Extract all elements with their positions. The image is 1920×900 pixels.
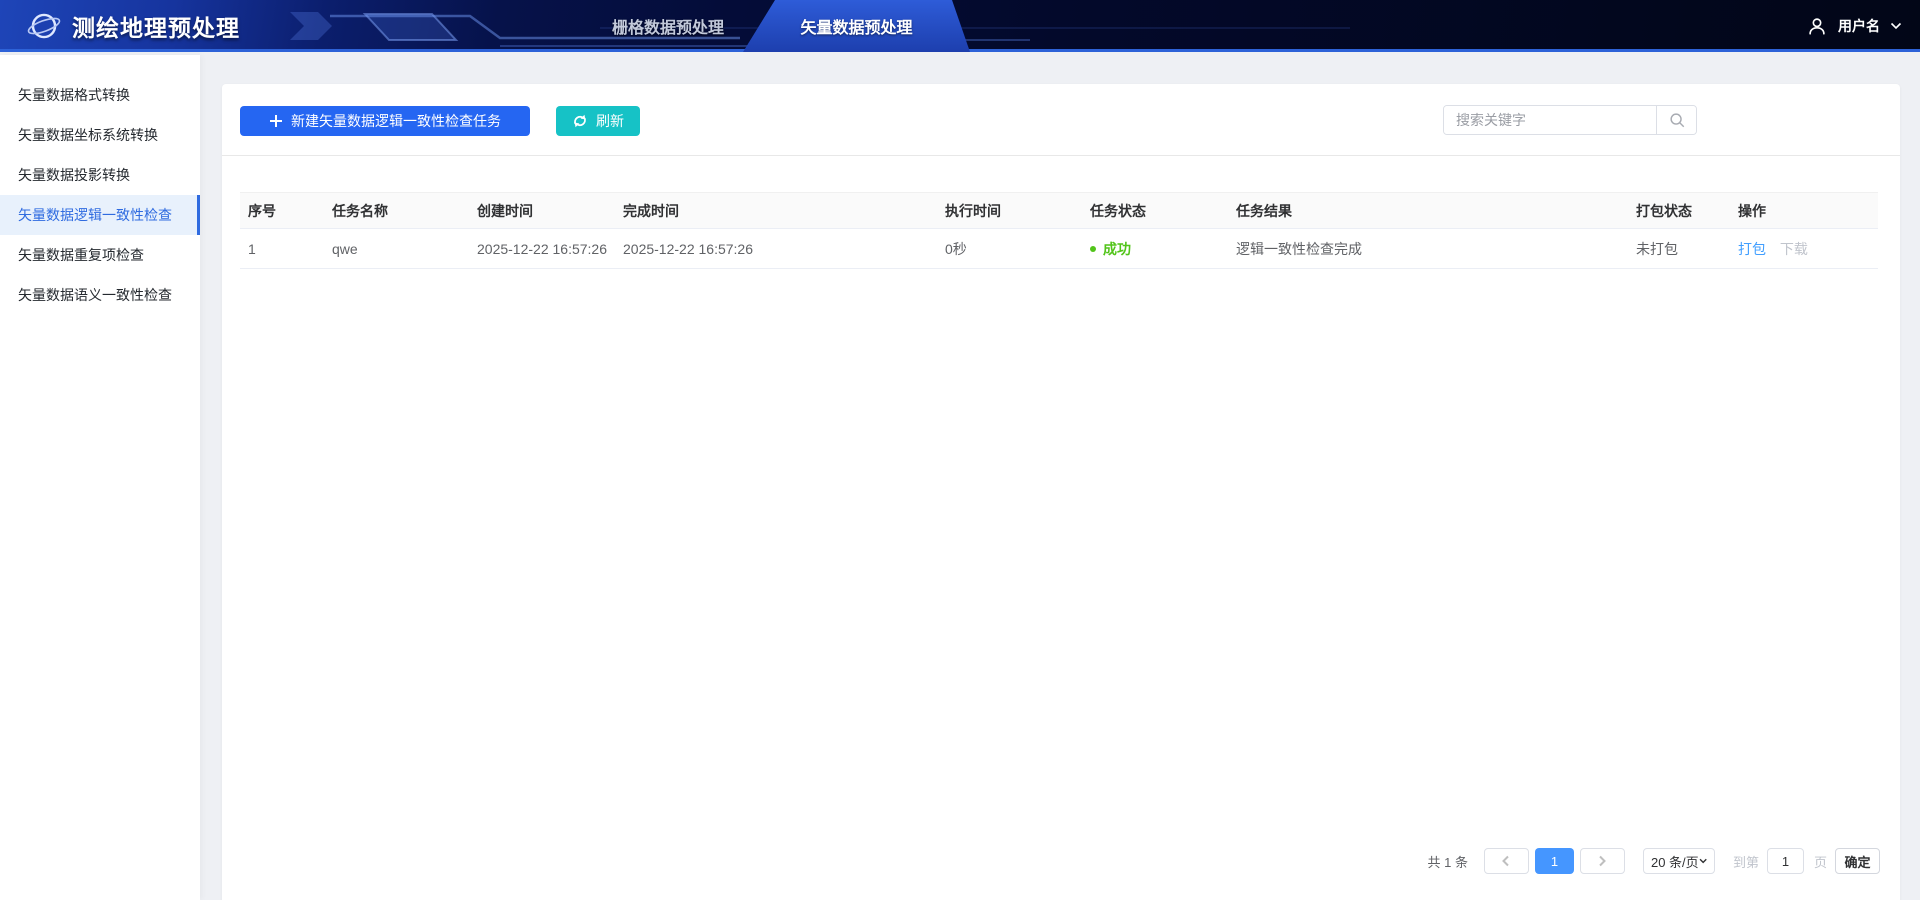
column-header-result: 任务结果 [1228,192,1628,229]
total-count: 共 1 条 [1427,854,1468,870]
chevron-right-icon [1599,855,1607,867]
tab-vector-preprocess[interactable]: 矢量数据预处理 [743,0,970,52]
goto-page-unit: 页 [1813,854,1827,870]
search-input[interactable] [1444,106,1656,134]
content-card: 新建矢量数据逻辑一致性检查任务 刷新 搜索关键字 序号 任务名称 创建时间 完成… [222,84,1900,900]
refresh-icon [574,114,586,128]
sidebar-item-semantic-consistency-check[interactable]: 矢量数据语义一致性检查 [0,275,200,315]
refresh-label: 刷新 [596,113,624,129]
goto-page-label: 到第 [1732,854,1759,870]
top-nav: 测绘地理预处理 栅格数据预处理 矢量数据预处理 用户名 [0,0,1920,52]
package-link[interactable]: 打包 [1738,241,1766,257]
download-link[interactable]: 下载 [1780,241,1808,257]
prev-page-button[interactable] [1483,848,1529,874]
new-task-label: 新建矢量数据逻辑一致性检查任务 [291,113,501,129]
column-header-status: 任务状态 [1082,192,1228,229]
sidebar: 矢量数据格式转换 矢量数据坐标系统转换 矢量数据投影转换 矢量数据逻辑一致性检查… [0,55,200,900]
tab-raster-preprocess[interactable]: 栅格数据预处理 [600,0,736,52]
refresh-button[interactable]: 刷新 [556,106,640,136]
table-header-row: 序号 任务名称 创建时间 完成时间 执行时间 任务状态 任务结果 打包状态 操作 [240,192,1878,229]
goto-page-input[interactable] [1766,848,1804,874]
column-header-created-time: 创建时间 [469,192,615,229]
column-header-package-status: 打包状态 [1628,192,1730,229]
user-menu[interactable]: 用户名 [1806,0,1902,52]
search-button[interactable] [1656,106,1696,134]
chevron-down-icon [1890,22,1902,30]
toolbar-divider [222,155,1900,156]
brand: 测绘地理预处理 [26,0,240,52]
sidebar-item-projection-convert[interactable]: 矢量数据投影转换 [0,155,200,195]
column-header-duration: 执行时间 [937,192,1082,229]
cell-duration: 0秒 [937,228,1082,269]
cell-actions: 打包 下载 [1730,228,1878,269]
sidebar-item-coordinate-convert[interactable]: 矢量数据坐标系统转换 [0,115,200,155]
column-header-index: 序号 [240,192,324,229]
plus-icon [270,115,282,127]
user-icon [1809,18,1825,35]
cell-task-name: qwe [324,228,469,269]
sidebar-item-duplicate-check[interactable]: 矢量数据重复项检查 [0,235,200,275]
sidebar-item-format-convert[interactable]: 矢量数据格式转换 [0,75,200,115]
chevron-left-icon [1502,855,1510,867]
next-page-button[interactable] [1579,848,1625,874]
confirm-button[interactable]: 确定 [1835,848,1880,874]
new-task-button[interactable]: 新建矢量数据逻辑一致性检查任务 [240,106,530,136]
page-number-button[interactable]: 1 [1534,848,1574,874]
cell-package-status: 未打包 [1628,228,1730,269]
toolbar: 新建矢量数据逻辑一致性检查任务 刷新 [240,106,640,136]
sidebar-item-logic-consistency-check[interactable]: 矢量数据逻辑一致性检查 [0,195,200,235]
status-dot-icon [1090,245,1096,252]
page-size-select[interactable]: 20 条/页 [1642,848,1715,874]
column-header-actions: 操作 [1730,192,1878,229]
app-logo-icon [27,13,61,39]
select-chevron-down-icon [1699,858,1707,864]
cell-index: 1 [240,228,324,269]
cell-finished-time: 2025-12-22 16:57:26 [615,228,937,269]
status-badge: 成功 [1090,239,1131,259]
app-title: 测绘地理预处理 [72,15,240,41]
user-name: 用户名 [1838,18,1880,34]
cell-created-time: 2025-12-22 16:57:26 [469,228,615,269]
task-table: 序号 任务名称 创建时间 完成时间 执行时间 任务状态 任务结果 打包状态 操作… [240,192,1878,269]
pagination: 共 1 条 1 20 条/页 到第 页 确定 [1427,848,1880,874]
cell-status: 成功 [1082,228,1228,269]
column-header-finished-time: 完成时间 [615,192,937,229]
page-size-value: 20 条/页 [1650,854,1699,870]
column-header-task-name: 任务名称 [324,192,469,229]
search-box [1443,105,1697,135]
table-row: 1 qwe 2025-12-22 16:57:26 2025-12-22 16:… [240,228,1878,269]
status-text: 成功 [1103,240,1131,257]
cell-result: 逻辑一致性检查完成 [1228,228,1628,269]
search-icon [1669,113,1684,128]
